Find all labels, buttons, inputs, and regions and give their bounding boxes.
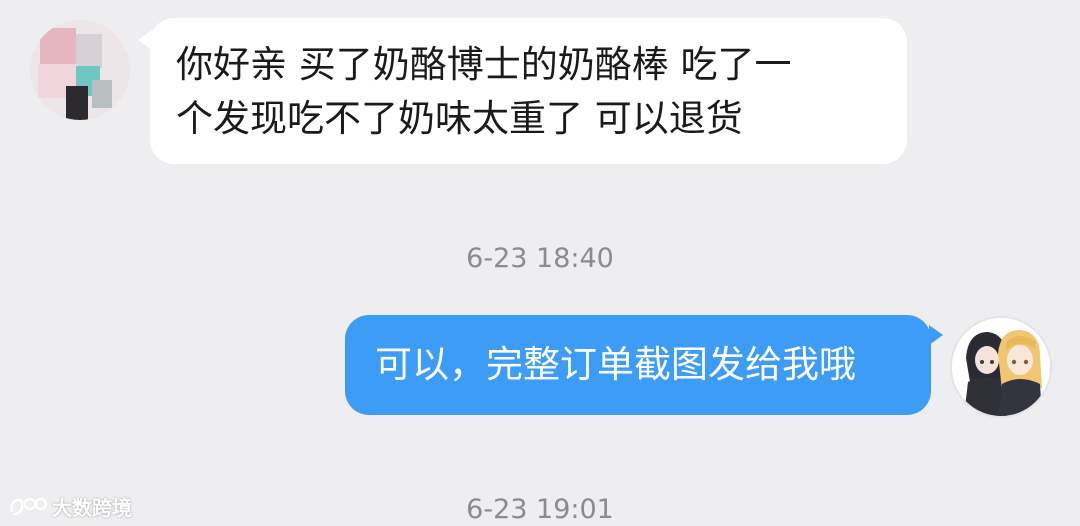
outgoing-bubble-tail	[929, 325, 943, 345]
anime-avatar-image	[952, 318, 1050, 416]
blurred-avatar-image	[30, 20, 130, 120]
watermark: 大数跨境	[8, 492, 132, 521]
outgoing-message-text: 可以，完整订单截图发给我哦	[375, 343, 856, 386]
incoming-message-line-2: 个发现吃不了奶味太重了 可以退货	[176, 97, 743, 140]
outgoing-message-bubble[interactable]: 可以，完整订单截图发给我哦	[345, 315, 931, 415]
incoming-message-line-1: 你好亲 买了奶酪博士的奶酪棒 吃了一	[176, 43, 792, 86]
timestamp: 6-23 18:40	[466, 243, 614, 274]
user-avatar[interactable]	[950, 316, 1052, 418]
watermark-text: 大数跨境	[52, 496, 132, 520]
contact-avatar[interactable]	[30, 20, 130, 120]
incoming-message-bubble[interactable]: 你好亲 买了奶酪博士的奶酪棒 吃了一 个发现吃不了奶味太重了 可以退货	[150, 18, 907, 164]
watermark-logo-icon	[10, 497, 48, 515]
timestamp: 6-23 19:01	[466, 494, 614, 525]
